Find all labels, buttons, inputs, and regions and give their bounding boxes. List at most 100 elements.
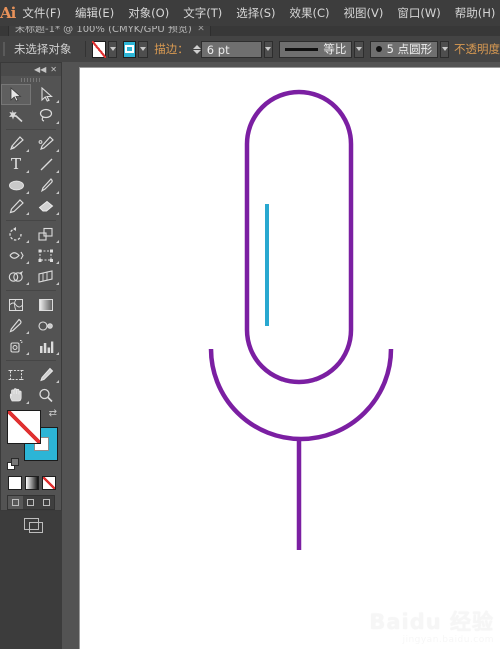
line-segment-tool[interactable] <box>31 154 61 175</box>
eraser-tool[interactable] <box>31 196 61 217</box>
draw-normal-mode[interactable] <box>8 496 24 509</box>
magic-wand-tool[interactable] <box>1 105 31 126</box>
menu-item-help[interactable]: 帮助(H) <box>448 0 500 26</box>
width-profile-label: 等比 <box>323 41 347 56</box>
draw-inside-mode[interactable] <box>39 496 54 509</box>
menu-item-edit[interactable]: 编辑(E) <box>68 0 121 26</box>
menu-item-select[interactable]: 选择(S) <box>229 0 282 26</box>
paintbrush-tool[interactable] <box>31 175 61 196</box>
tool-expand-icon <box>56 352 59 355</box>
chevron-down-icon <box>140 47 147 51</box>
mesh-tool[interactable] <box>1 294 31 315</box>
drawing-mode-buttons <box>7 495 55 510</box>
blend-tool[interactable] <box>31 315 61 336</box>
tools-panel-header: ◀◀ ✕ <box>1 63 61 76</box>
direct-selection-tool[interactable] <box>31 84 61 105</box>
zoom-tool[interactable] <box>31 385 61 406</box>
stroke-weight-dropdown-button[interactable] <box>263 40 273 58</box>
tool-expand-icon <box>26 401 29 404</box>
menu-item-view[interactable]: 视图(V) <box>337 0 391 26</box>
close-icon[interactable]: ✕ <box>50 65 57 74</box>
tool-expand-icon <box>26 170 29 173</box>
stepper-down-icon[interactable] <box>192 49 201 54</box>
default-fill-stroke-icon[interactable] <box>7 458 19 470</box>
canvas-area[interactable]: Baidu 经验 jingyan.baidu.com <box>62 62 500 649</box>
artboard[interactable] <box>80 68 500 649</box>
width-profile-dropdown-button[interactable] <box>354 40 364 58</box>
brush-definition-select[interactable]: 5 点圆形 <box>369 40 439 58</box>
tool-expand-icon <box>56 121 59 124</box>
pen-tool[interactable] <box>1 133 31 154</box>
divider <box>6 220 56 221</box>
perspective-grid-tool[interactable] <box>31 266 61 287</box>
divider <box>6 290 56 291</box>
column-graph-tool[interactable] <box>31 336 61 357</box>
symbol-sprayer-tool[interactable] <box>1 336 31 357</box>
profile-preview-icon <box>284 47 319 51</box>
opacity-label: 不透明度 <box>453 42 500 56</box>
app-logo: Ai <box>0 4 16 22</box>
menu-bar: Ai 文件(F) 编辑(E) 对象(O) 文字(T) 选择(S) 效果(C) 视… <box>0 0 500 27</box>
control-bar-grip[interactable] <box>0 36 8 62</box>
color-mode-none[interactable] <box>42 476 56 490</box>
fill-color-box[interactable] <box>7 410 41 444</box>
color-controls: ⇄ <box>7 408 61 472</box>
brush-dropdown-button[interactable] <box>440 40 450 58</box>
type-tool[interactable]: T <box>1 154 31 175</box>
control-bar: 未选择对象 描边： 6 pt 等比 5 点圆形 不透明度 <box>0 36 500 63</box>
rotate-tool[interactable] <box>1 224 31 245</box>
stepper-up-icon[interactable] <box>192 44 201 49</box>
tools-panel-grip[interactable] <box>1 76 61 84</box>
tool-expand-icon <box>26 282 29 285</box>
tool-expand-icon <box>26 149 29 152</box>
menu-item-file[interactable]: 文件(F) <box>15 0 68 26</box>
artboard-tool[interactable] <box>1 364 31 385</box>
shape-builder-tool[interactable] <box>1 266 31 287</box>
hand-tool[interactable] <box>1 385 31 406</box>
type-tool-glyph: T <box>10 155 21 173</box>
tool-expand-icon <box>56 100 59 103</box>
curvature-tool[interactable] <box>31 133 61 154</box>
tool-expand-icon <box>26 212 29 215</box>
tool-expand-icon <box>56 261 59 264</box>
menu-item-effect[interactable]: 效果(C) <box>283 0 337 26</box>
fill-color-swatch[interactable] <box>92 40 106 58</box>
menu-item-window[interactable]: 窗口(W) <box>390 0 447 26</box>
color-mode-color[interactable] <box>8 476 22 490</box>
tool-expand-icon <box>26 261 29 264</box>
scale-tool[interactable] <box>31 224 61 245</box>
divider <box>6 129 56 130</box>
illustrator-window: Ai 文件(F) 编辑(E) 对象(O) 文字(T) 选择(S) 效果(C) 视… <box>0 0 500 649</box>
fill-dropdown-button[interactable] <box>107 40 118 58</box>
tool-expand-icon <box>56 380 59 383</box>
microphone-artwork[interactable] <box>80 68 500 649</box>
swap-fill-stroke-icon[interactable]: ⇄ <box>49 408 57 419</box>
divider <box>85 41 87 57</box>
gradient-tool[interactable] <box>31 294 61 315</box>
stroke-dropdown-button[interactable] <box>138 40 148 58</box>
menu-item-type[interactable]: 文字(T) <box>176 0 229 26</box>
menu-item-object[interactable]: 对象(O) <box>121 0 176 26</box>
slice-tool[interactable] <box>31 364 61 385</box>
pencil-tool[interactable] <box>1 196 31 217</box>
ellipse-tool[interactable] <box>1 175 31 196</box>
tools-grid: T <box>1 84 61 406</box>
eyedropper-tool[interactable] <box>1 315 31 336</box>
width-profile-select[interactable]: 等比 <box>278 40 353 58</box>
selection-tool[interactable] <box>1 84 31 105</box>
tool-expand-icon <box>56 191 59 194</box>
draw-behind-mode[interactable] <box>23 496 38 509</box>
document-tab-title: 未标题-1* @ 100% (CMYK/GPU 预览) <box>15 26 192 35</box>
stroke-weight-stepper[interactable] <box>192 44 201 54</box>
tool-expand-icon <box>56 212 59 215</box>
color-mode-gradient[interactable] <box>25 476 39 490</box>
tool-expand-icon <box>26 191 29 194</box>
free-transform-tool[interactable] <box>31 245 61 266</box>
stroke-color-swatch[interactable] <box>122 40 137 58</box>
width-tool[interactable] <box>1 245 31 266</box>
chevron-down-icon <box>265 47 272 51</box>
collapse-icon[interactable]: ◀◀ <box>34 65 46 74</box>
stroke-weight-input[interactable]: 6 pt <box>200 40 262 58</box>
screen-mode-button[interactable] <box>1 518 61 533</box>
lasso-tool[interactable] <box>31 105 61 126</box>
